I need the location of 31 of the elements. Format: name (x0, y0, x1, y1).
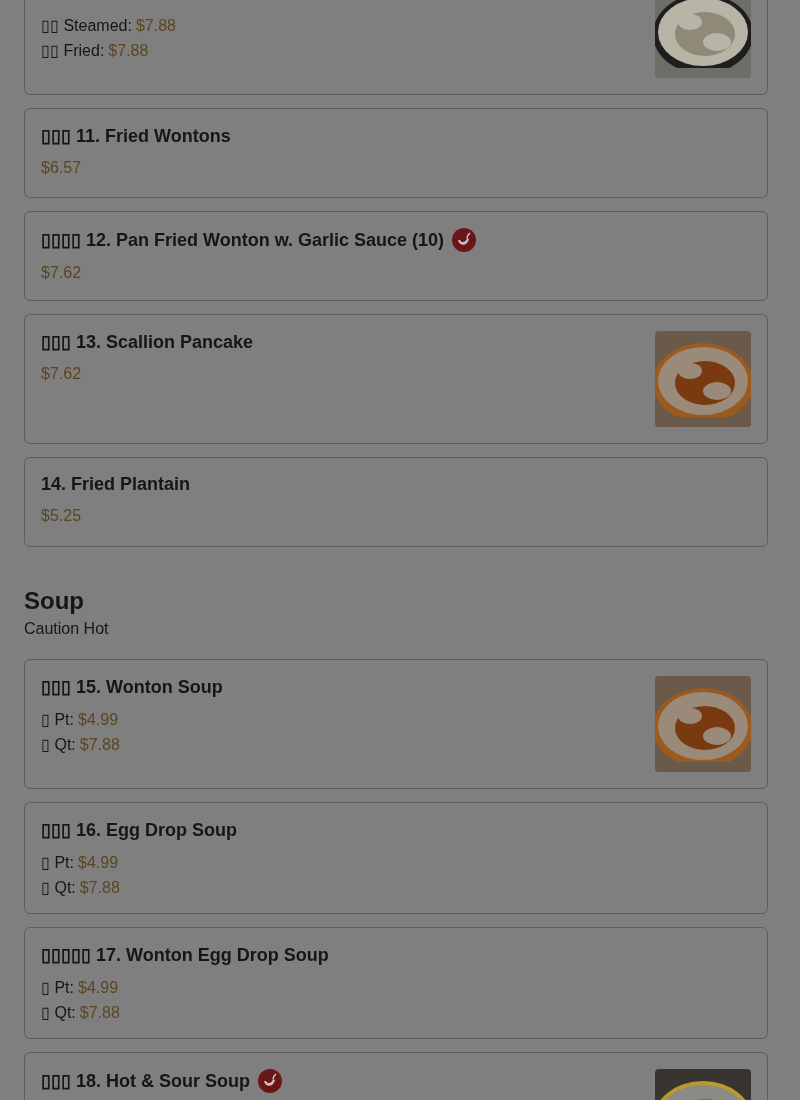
price-line: ▯ Qt: $7.88 (41, 735, 121, 754)
price-line: ▯ Pt: $4.99 (41, 978, 120, 997)
price-line: ▯ Pt: $4.99 (41, 853, 120, 872)
item-title: ▯▯▯ 15. Wonton Soup (41, 676, 223, 698)
item-title: 14. Fried Plantain (41, 474, 191, 495)
item-title: ▯▯▯ 18. Hot & Sour Soup (41, 1070, 250, 1092)
menu-item-card[interactable]: ▯▯▯ 13. Scallion Pancake $7.62 (24, 314, 768, 444)
item-title: ▯▯▯ 11. Fried Wontons (41, 125, 231, 147)
price-line: ▯▯ Fried: $7.88 (41, 41, 150, 60)
menu-item-card[interactable]: ▯▯▯▯ 12. Pan Fried Wonton w. Garlic Sauce (10) $7.62 (24, 211, 768, 301)
menu-item-card[interactable]: 14. Fried Plantain $5.25 (24, 457, 768, 547)
section-note: Caution Hot (24, 620, 110, 638)
price-line: $6.57 (41, 159, 83, 177)
section-heading: Soup (24, 587, 85, 615)
price-line: $7.62 (41, 264, 83, 282)
item-title: ▯▯▯▯▯ 17. Wonton Egg Drop Soup (41, 944, 329, 966)
item-title: ▯▯▯ 16. Egg Drop Soup (41, 819, 237, 841)
menu-item-card[interactable]: ▯▯▯ 15. Wonton Soup ▯ Pt: $4.99 ▯ Qt: $7.88 (24, 659, 768, 789)
price-line: ▯ Qt: $7.88 (41, 1003, 121, 1022)
price-line: ▯ Qt: $7.88 (41, 878, 121, 897)
item-title: ▯▯▯▯ 12. Pan Fried Wonton w. Garlic Sauce (10) (41, 229, 445, 251)
price-line: $7.62 (41, 365, 83, 383)
menu-item-card[interactable]: ▯▯▯ 16. Egg Drop Soup ▯ Pt: $4.99 ▯ Qt: $7.88 (24, 802, 768, 914)
price-line: $5.25 (41, 507, 83, 525)
menu-item-card[interactable]: ▯▯ Steamed: $7.88 ▯▯ Fried: $7.88 (24, 0, 768, 95)
menu-item-card[interactable]: ▯▯▯▯▯ 17. Wonton Egg Drop Soup ▯ Pt: $4.99 ▯ Qt: $7.88 (24, 927, 768, 1039)
menu-item-card[interactable]: ▯▯▯ 11. Fried Wontons $6.57 (24, 108, 768, 198)
item-title: ▯▯▯ 13. Scallion Pancake (41, 331, 254, 353)
menu-item-card[interactable]: ▯▯▯ 18. Hot & Sour Soup (24, 1052, 768, 1100)
price-line: ▯▯ Steamed: $7.88 (41, 16, 176, 35)
price-line: ▯ Pt: $4.99 (41, 710, 120, 729)
